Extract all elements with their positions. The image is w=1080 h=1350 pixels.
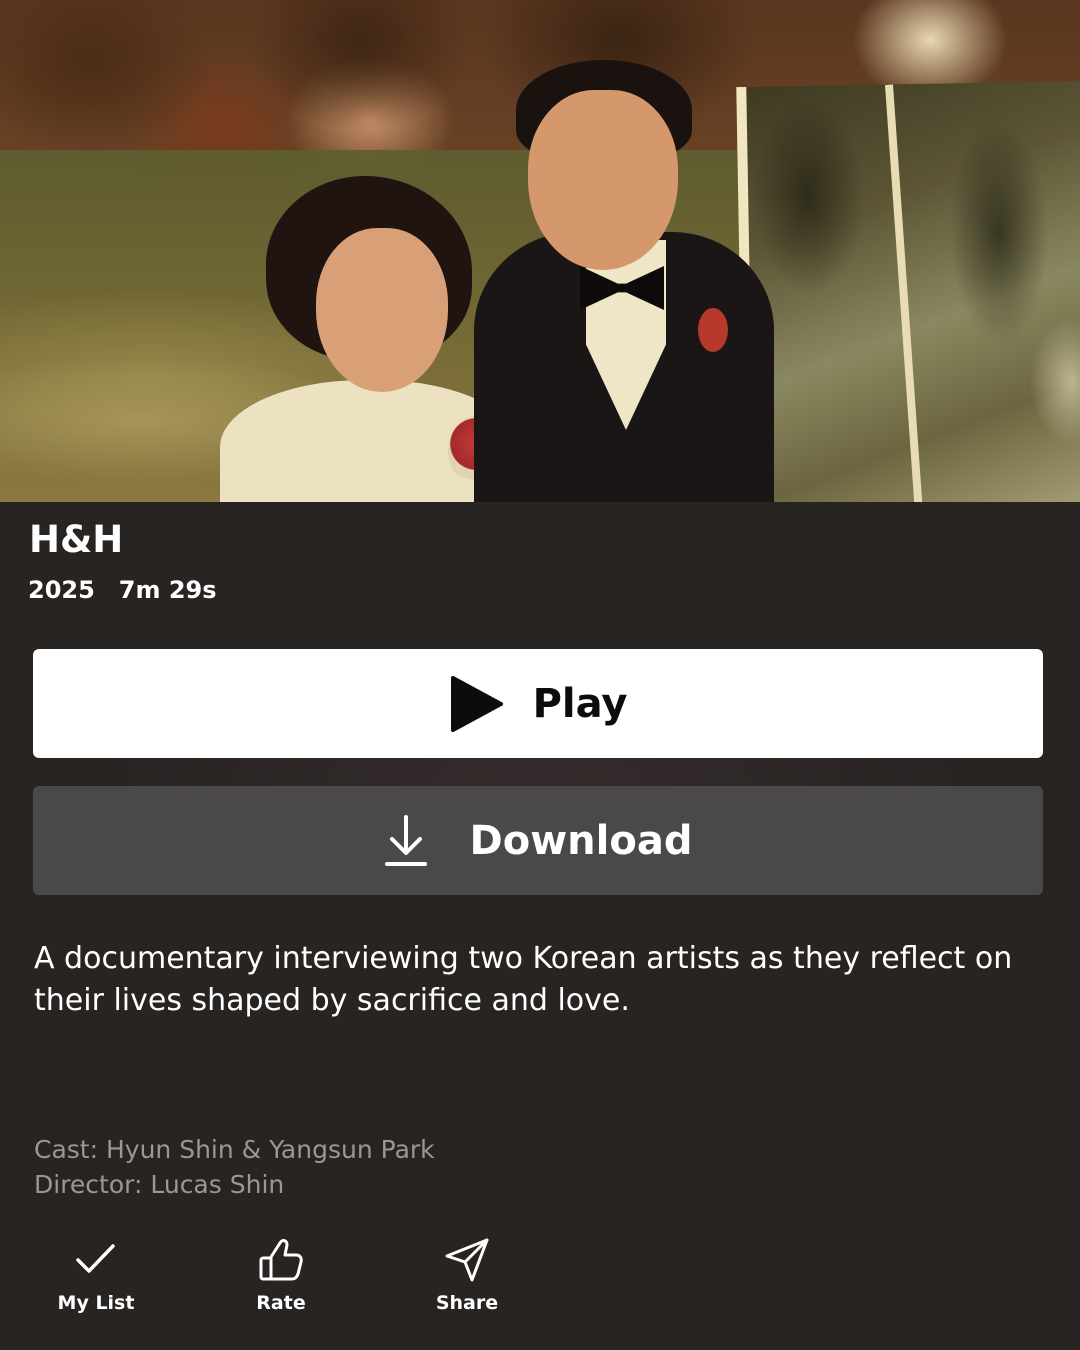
credits: Cast: Hyun Shin & Yangsun Park Director:…	[34, 1132, 1044, 1202]
runtime: 7m 29s	[118, 576, 217, 604]
cast-line: Cast: Hyun Shin & Yangsun Park	[34, 1135, 435, 1164]
share-button[interactable]: Share	[397, 1230, 537, 1330]
check-icon	[76, 1244, 115, 1273]
bottom-actions: My List Rate Share	[0, 1230, 1080, 1330]
play-icon	[450, 675, 503, 732]
thumbs-up-icon	[259, 1239, 303, 1281]
synopsis: A documentary interviewing two Korean ar…	[34, 941, 1013, 1018]
download-icon	[384, 814, 427, 866]
send-icon	[445, 1238, 489, 1282]
hero-photo	[0, 0, 1080, 502]
title-detail-page: H&H 2025 7m 29s Play Download A document…	[0, 0, 1080, 1350]
rate-label: Rate	[256, 1292, 306, 1314]
rate-button[interactable]: Rate	[211, 1230, 351, 1330]
my-list-label: My List	[57, 1292, 135, 1314]
title-meta: 2025 7m 29s	[28, 576, 217, 604]
director-line: Director: Lucas Shin	[34, 1170, 285, 1199]
play-button[interactable]: Play	[33, 649, 1043, 758]
download-label: Download	[469, 817, 693, 864]
page-title: H&H	[29, 518, 124, 561]
my-list-button[interactable]: My List	[26, 1230, 166, 1330]
release-year: 2025	[28, 576, 95, 604]
download-button[interactable]: Download	[33, 786, 1043, 895]
play-label: Play	[532, 680, 628, 727]
share-label: Share	[435, 1292, 499, 1314]
